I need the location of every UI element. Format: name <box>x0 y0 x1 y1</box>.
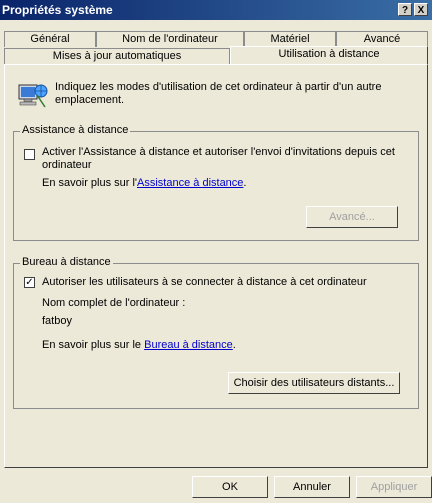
computer-name-label: Nom complet de l'ordinateur : <box>42 297 186 309</box>
computer-name-value: fatboy <box>42 315 72 327</box>
remote-desktop-checkbox[interactable]: ✓ <box>24 277 35 288</box>
help-button[interactable]: ? <box>398 3 412 16</box>
remote-assistance-checkbox-label[interactable]: Activer l'Assistance à distance et autor… <box>42 146 402 172</box>
tab-automatic-updates[interactable]: Mises à jour automatiques <box>4 48 230 64</box>
learn-more-suffix: . <box>232 339 236 351</box>
learn-more-suffix: . <box>243 177 247 189</box>
remote-assistance-learn-more: En savoir plus sur l'Assistance à distan… <box>42 177 246 189</box>
close-button[interactable]: X <box>414 3 428 16</box>
tab-hardware[interactable]: Matériel <box>244 31 336 47</box>
learn-more-prefix: En savoir plus sur le <box>42 339 145 351</box>
tab-advanced[interactable]: Avancé <box>336 31 428 47</box>
tab-panel: Indiquez les modes d'utilisation de cet … <box>4 64 428 468</box>
cancel-button[interactable]: Annuler <box>274 476 350 498</box>
remote-assistance-legend: Assistance à distance <box>20 124 131 136</box>
ok-button[interactable]: OK <box>192 476 268 498</box>
remote-desktop-link[interactable]: Bureau à distance <box>144 339 233 351</box>
apply-button[interactable]: Appliquer <box>356 476 432 498</box>
remote-assistance-link[interactable]: Assistance à distance <box>137 177 243 189</box>
advanced-button[interactable]: Avancé... <box>306 206 398 228</box>
remote-desktop-legend: Bureau à distance <box>20 256 113 268</box>
remote-desktop-learn-more: En savoir plus sur le Bureau à distance. <box>42 339 236 351</box>
tab-computer-name[interactable]: Nom de l'ordinateur <box>96 31 244 47</box>
remote-assistance-group: Assistance à distance Activer l'Assistan… <box>13 124 419 241</box>
computer-network-icon <box>15 79 49 113</box>
choose-remote-users-button[interactable]: Choisir des utilisateurs distants... <box>228 372 400 394</box>
remote-desktop-checkbox-label[interactable]: Autoriser les utilisateurs à se connecte… <box>42 276 412 288</box>
window-title: Propriétés système <box>2 3 113 17</box>
title-bar: Propriétés système ? X <box>0 0 432 20</box>
remote-assistance-checkbox[interactable] <box>24 149 35 160</box>
learn-more-prefix: En savoir plus sur l' <box>42 177 138 189</box>
remote-desktop-group: Bureau à distance ✓ Autoriser les utilis… <box>13 256 419 409</box>
intro-text: Indiquez les modes d'utilisation de cet … <box>55 81 382 106</box>
tab-remote-use[interactable]: Utilisation à distance <box>230 46 428 64</box>
tab-general[interactable]: Général <box>4 31 96 47</box>
